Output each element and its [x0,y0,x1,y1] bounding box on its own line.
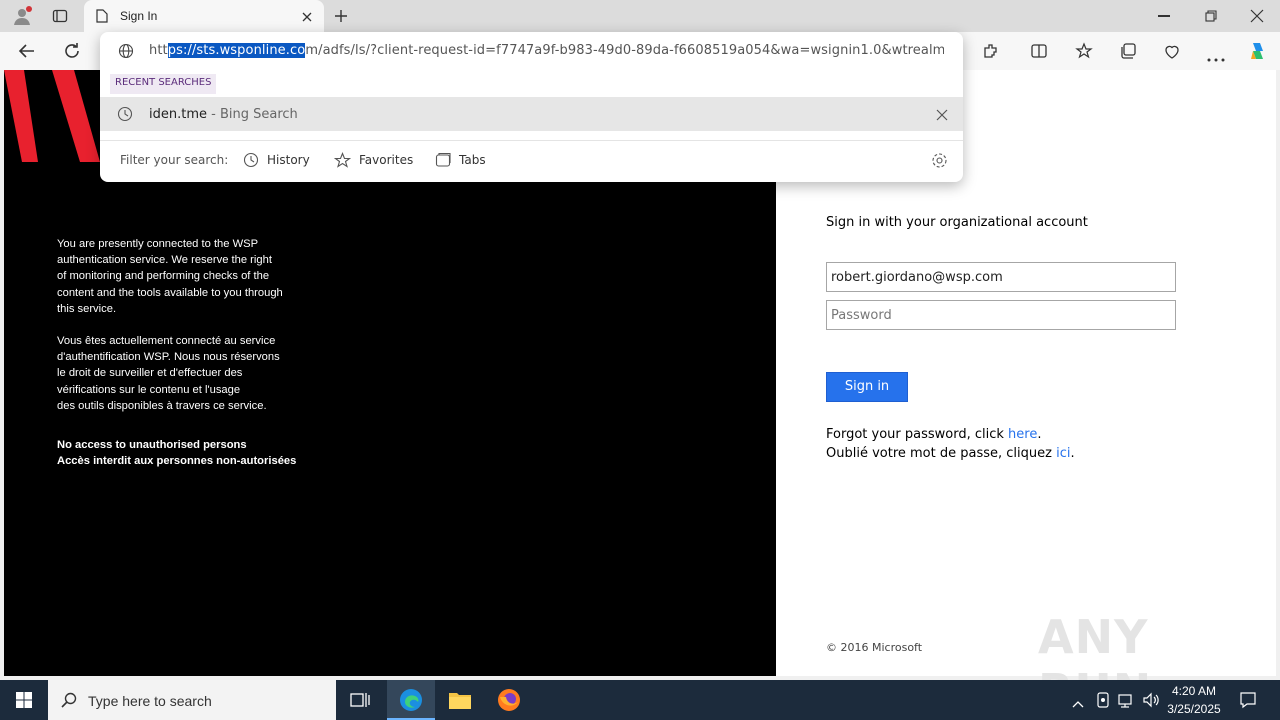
history-filter-icon [243,152,259,168]
suggestion-query: iden.tme [149,107,207,122]
filter-label: Filter your search: [120,153,229,167]
notifications-icon[interactable] [1239,691,1257,709]
suggestion-item[interactable]: iden.tme - Bing Search [100,97,963,131]
suggestion-text: iden.tme - Bing Search [149,107,298,122]
refresh-icon[interactable] [63,42,81,60]
notice-english: You are presently connected to the WSP a… [57,238,283,315]
url-selection: ps://sts.wsponline.co [167,43,306,58]
forgot-en-suffix: . [1037,427,1042,442]
restore-icon[interactable] [1204,9,1218,23]
browser-essentials-icon[interactable] [1163,42,1181,60]
tab-sign-in[interactable]: Sign In [84,0,324,32]
new-tab-icon[interactable] [333,8,349,24]
tabs-icon [435,152,452,168]
title-bar: Sign In [0,0,1280,32]
forgot-password-link-fr[interactable]: ici [1056,446,1070,461]
clock-date[interactable]: 3/25/2025 [1159,702,1229,716]
search-placeholder: Type here to search [88,693,212,709]
split-screen-icon[interactable] [1030,42,1048,60]
globe-icon [118,43,134,59]
more-options-icon[interactable] [1207,49,1225,62]
extensions-icon[interactable] [982,42,1000,60]
url-input[interactable]: https://sts.wsponline.com/adfs/ls/?clien… [149,43,944,58]
copilot-icon[interactable] [1247,40,1269,62]
filter-tabs-button[interactable]: Tabs [459,153,486,167]
windows-start-icon[interactable] [16,692,32,708]
close-tab-icon[interactable] [301,10,313,22]
close-window-icon[interactable] [1250,9,1264,23]
remove-suggestion-icon[interactable] [936,108,948,121]
tab-actions-icon[interactable] [52,8,68,24]
forgot-password-fr: Oublié votre mot de passe, cliquez ici. [826,446,1075,461]
taskbar: Type here to search 4:20 AM 3/25/2025 [0,680,1280,720]
forgot-password-link-en[interactable]: here [1008,427,1037,442]
clock-time[interactable]: 4:20 AM [1159,684,1229,698]
star-icon [333,152,352,169]
password-field[interactable]: Password [826,300,1176,330]
page-icon [96,9,108,23]
address-bar[interactable]: https://sts.wsponline.com/adfs/ls/?clien… [100,32,963,70]
taskbar-search-box[interactable]: Type here to search [48,680,336,720]
copyright: © 2016 Microsoft [826,641,923,654]
collections-icon[interactable] [1119,42,1137,60]
forgot-en-prefix: Forgot your password, click [826,427,1009,442]
filter-favorites-button[interactable]: Favorites [359,153,413,167]
warning-french: Accès interdit aux personnes non-autoris… [57,455,297,467]
volume-icon[interactable] [1142,692,1160,708]
task-view-icon[interactable] [350,691,370,709]
tab-title: Sign In [120,9,158,23]
email-field[interactable]: robert.giordano@wsp.com [826,262,1176,292]
search-icon [61,692,77,708]
back-icon[interactable] [18,42,36,60]
forgot-fr-prefix: Oublié votre mot de passe, cliquez [826,446,1057,461]
sign-in-heading: Sign in with your organizational account [826,215,1088,230]
edge-icon [399,688,423,712]
favorites-icon[interactable] [1075,42,1093,60]
warning-english: No access to unauthorised persons [57,439,247,451]
sign-in-button[interactable]: Sign in [826,372,908,402]
history-icon [117,106,133,122]
address-bar-dropdown: https://sts.wsponline.com/adfs/ls/?clien… [100,32,963,182]
notice-french: Vous êtes actuellement connecté au servi… [57,335,280,412]
settings-icon[interactable] [931,152,948,169]
url-prefix: htt [149,43,168,58]
file-explorer-icon[interactable] [448,690,472,710]
recent-searches-label: RECENT SEARCHES [110,74,217,94]
firefox-icon[interactable] [497,688,521,712]
edge-taskbar-button[interactable] [387,680,435,720]
filter-history-button[interactable]: History [267,153,310,167]
forgot-fr-suffix: . [1070,446,1075,461]
show-hidden-icons-chevron[interactable] [1072,695,1084,708]
filter-row: Filter your search: History Favorites Ta… [100,140,963,180]
network-icon[interactable] [1118,692,1136,708]
forgot-password-en: Forgot your password, click here. [826,427,1041,442]
suggestion-source: - Bing Search [207,107,298,122]
minimize-icon[interactable] [1158,15,1170,17]
profile-icon[interactable] [12,6,32,26]
device-icon[interactable] [1096,692,1110,708]
url-suffix: m/adfs/ls/?client-request-id=f7747a9f-b9… [305,43,944,58]
